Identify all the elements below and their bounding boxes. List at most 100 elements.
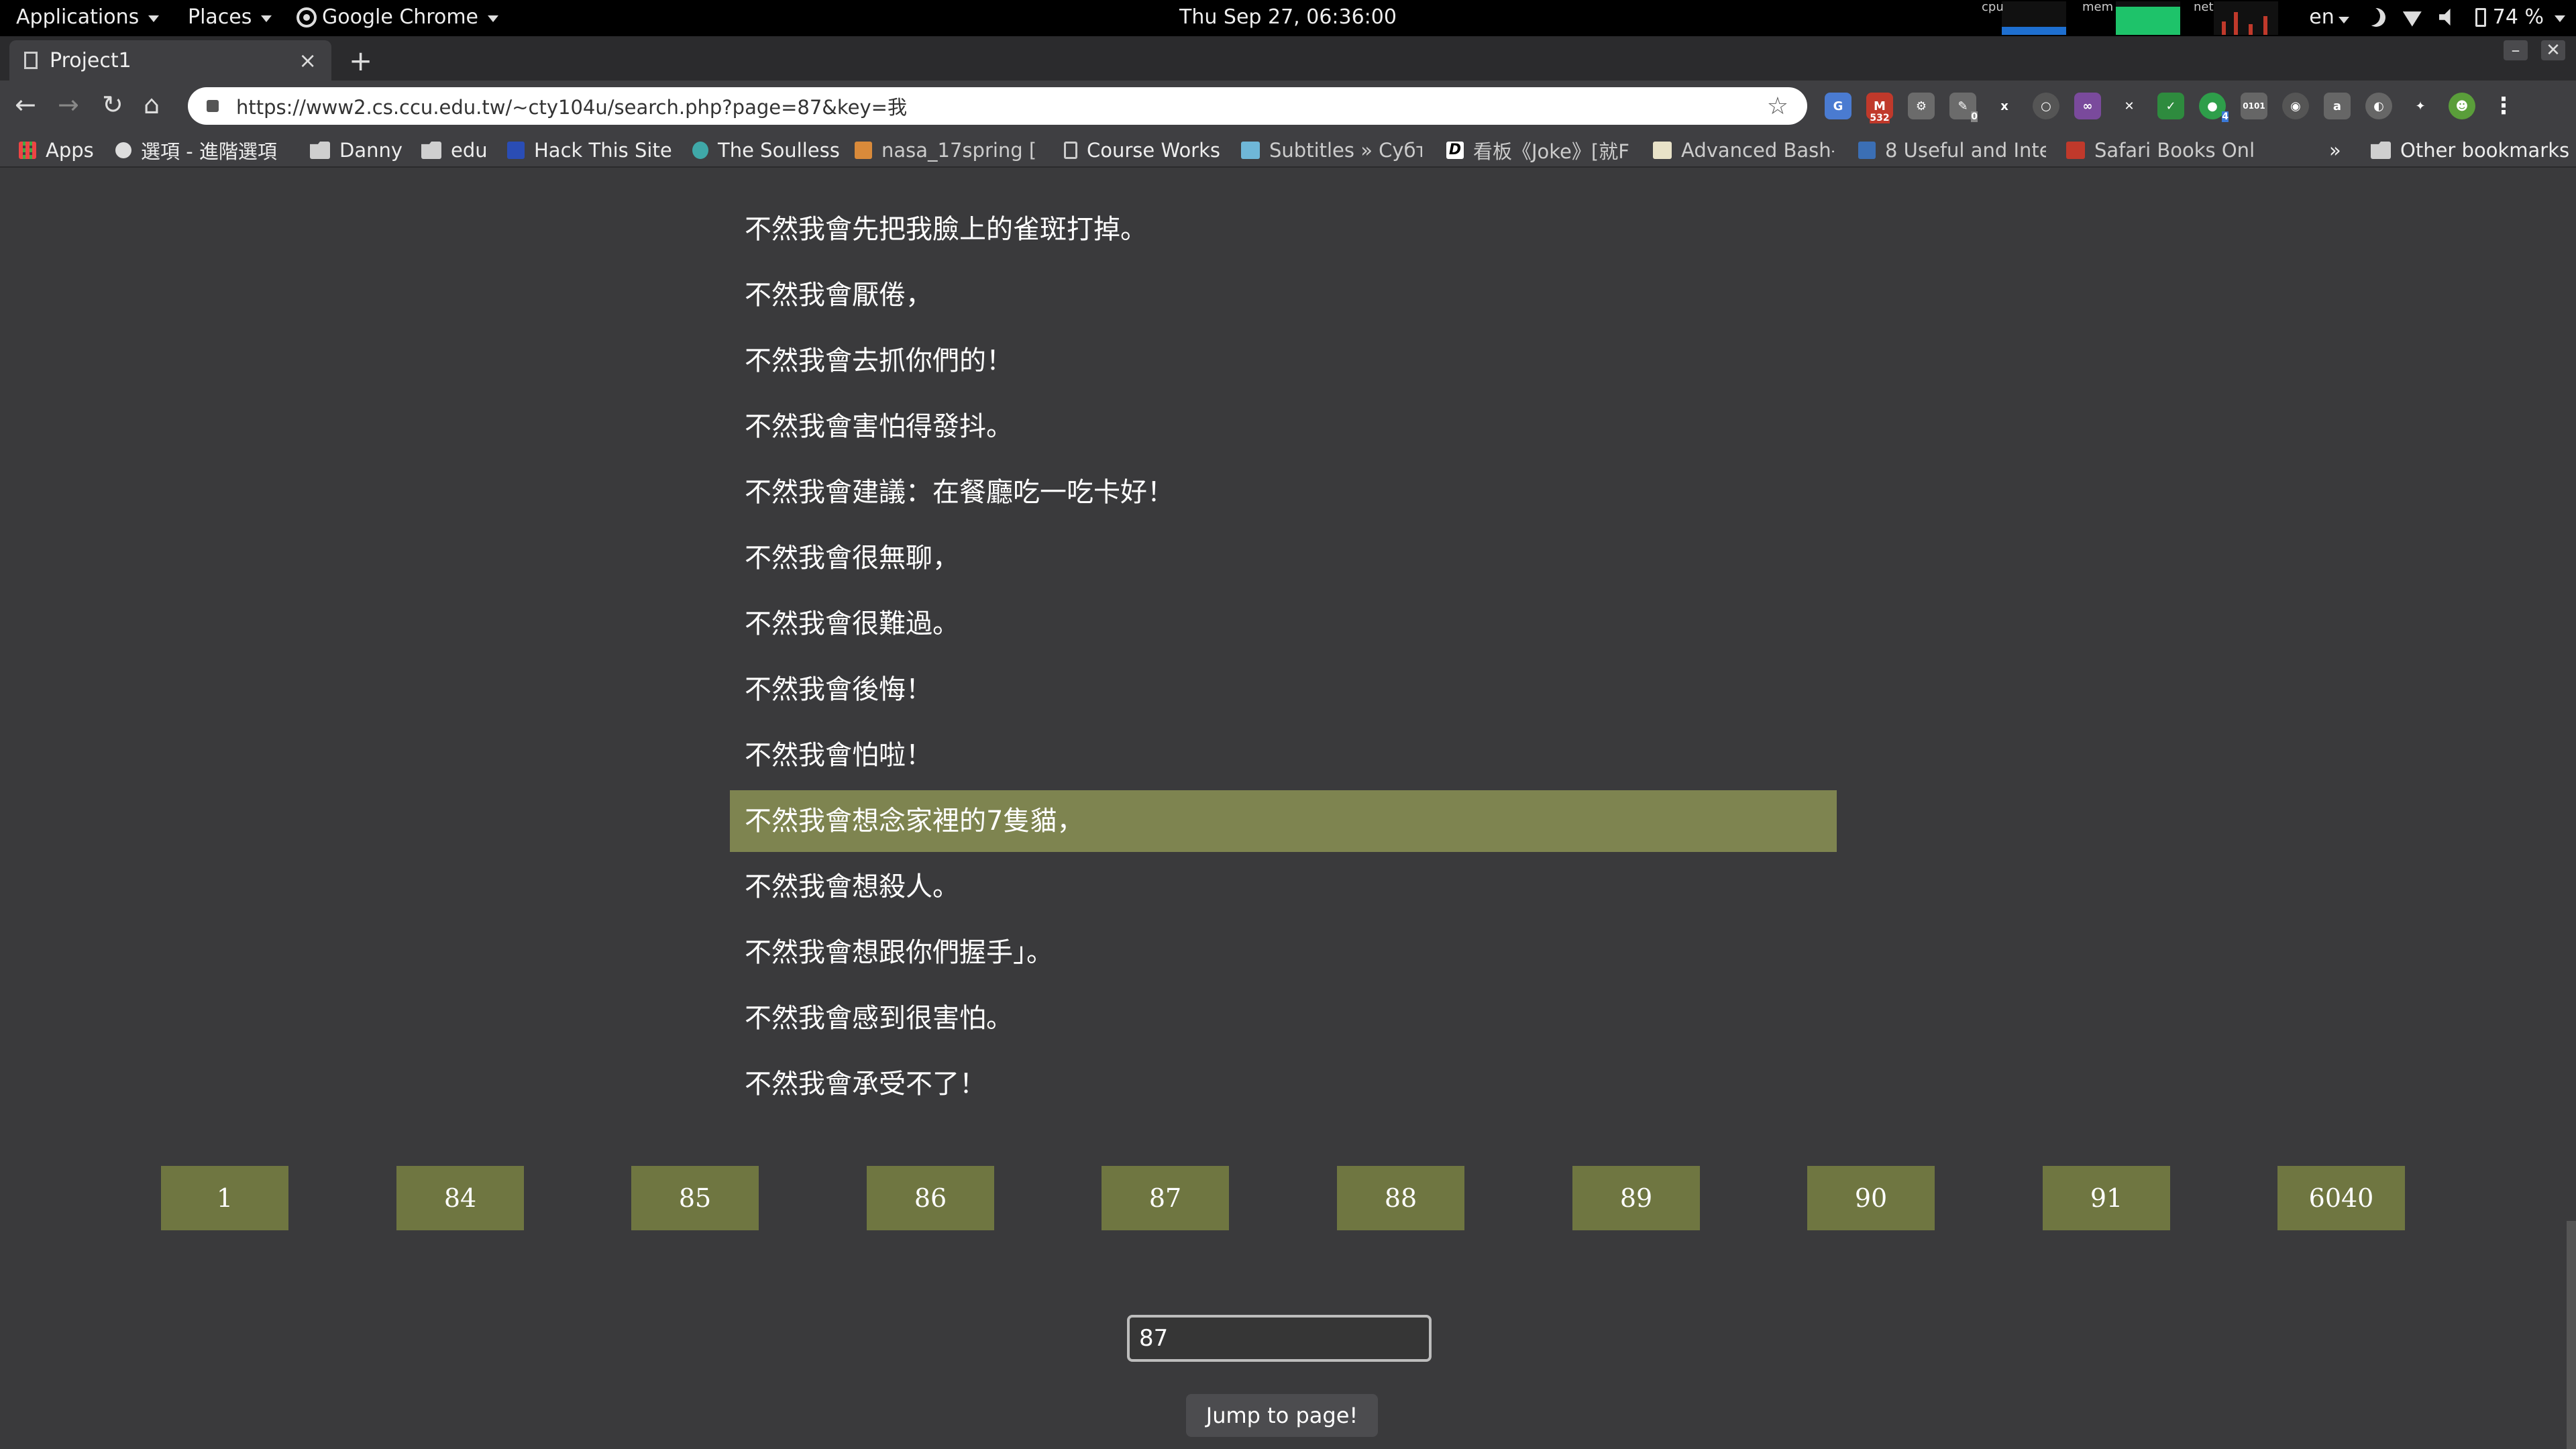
- extension-icon[interactable]: ○: [2033, 93, 2059, 119]
- bookmark-subtitles[interactable]: Subtitles » Субти: [1241, 137, 1422, 164]
- bookmark-course-works[interactable]: Course Works: [1064, 137, 1225, 164]
- result-row: 不然我會厭倦，: [745, 280, 932, 311]
- address-bar[interactable]: https://www2.cs.ccu.edu.tw/~cty104u/sear…: [188, 87, 1807, 125]
- jump-to-page-button[interactable]: Jump to page!: [1186, 1394, 1378, 1437]
- binary-icon[interactable]: 0101: [2241, 93, 2267, 119]
- forward-button[interactable]: →: [58, 90, 79, 119]
- page-button[interactable]: 84: [396, 1166, 524, 1230]
- chevron-down-icon: [2555, 15, 2565, 22]
- bash-guide-icon: [1653, 142, 1672, 159]
- page-button[interactable]: 89: [1572, 1166, 1700, 1230]
- extension-icon[interactable]: ✎ 0: [1949, 93, 1978, 122]
- soulless-icon: [692, 142, 708, 159]
- bookmark-hack-this-site[interactable]: Hack This Site!: [507, 137, 675, 164]
- bookmark-advanced-settings[interactable]: 選項 - 進階選項: [115, 137, 297, 164]
- bookmark-advanced-bash[interactable]: Advanced Bash-S: [1653, 137, 1834, 164]
- page-content: 不然我會先把我臉上的雀斑打掉。 不然我會厭倦， 不然我會去抓你們的！ 不然我會害怕得發…: [0, 168, 2576, 1449]
- bookmark-nasa[interactable]: nasa_17spring [F: [855, 137, 1036, 164]
- language-menu[interactable]: en: [2309, 5, 2349, 29]
- result-row: 不然我會去抓你們的！: [745, 345, 1013, 376]
- folder-icon: [310, 142, 330, 159]
- translate-icon[interactable]: G: [1825, 93, 1851, 119]
- check-icon[interactable]: ✓: [2157, 93, 2184, 119]
- bookmark-label: 8 Useful and Inte: [1885, 139, 2046, 162]
- url-text[interactable]: https://www2.cs.ccu.edu.tw/~cty104u/sear…: [236, 92, 1767, 120]
- menu-icon[interactable]: ⋮: [2490, 93, 2517, 119]
- result-row: 不然我會很難過。: [745, 608, 959, 639]
- bookmarks-bar: Apps 選項 - 進階選項 Danny edu Hack This Site!…: [0, 134, 2576, 168]
- other-bookmarks-folder[interactable]: Other bookmarks: [2371, 137, 2572, 164]
- extension-icon[interactable]: ◉: [2282, 93, 2309, 119]
- tab-project1[interactable]: Project1 ×: [9, 40, 331, 80]
- tools-icon[interactable]: ✕: [2116, 93, 2143, 119]
- gear-icon: [115, 142, 131, 158]
- extension-icon[interactable]: ● 4: [2199, 93, 2229, 122]
- bookmark-label: Danny: [339, 139, 403, 162]
- minimize-button[interactable]: –: [2504, 40, 2528, 60]
- hack-site-icon: [507, 142, 525, 159]
- page-button[interactable]: 85: [631, 1166, 759, 1230]
- mem-graph-label: mem: [2082, 0, 2114, 14]
- volume-icon[interactable]: [2438, 8, 2451, 26]
- extension-badge: 0: [1971, 111, 1978, 122]
- page-number-input[interactable]: [1127, 1315, 1432, 1362]
- bookmarks-overflow-button[interactable]: »: [2329, 137, 2349, 164]
- gmail-badge: 532: [1870, 113, 1890, 123]
- new-tab-button[interactable]: +: [349, 44, 372, 77]
- page-icon: [1064, 142, 1077, 159]
- bookmark-apps[interactable]: Apps: [19, 137, 106, 164]
- battery-percent: 74 %: [2492, 5, 2544, 29]
- browser-toolbar: ← → ↻ ⌂ https://www2.cs.ccu.edu.tw/~cty1…: [0, 80, 2576, 134]
- bookmark-label: nasa_17spring [F: [881, 139, 1036, 162]
- cpu-graph-label: cpu: [1982, 0, 2004, 14]
- page-button[interactable]: 1: [161, 1166, 288, 1230]
- bookmark-joke[interactable]: D 看板《Joke》[就F: [1446, 137, 1634, 164]
- bookmark-label: 看板《Joke》[就F: [1473, 140, 1629, 163]
- bookmark-folder-edu[interactable]: edu: [421, 137, 502, 164]
- night-mode-icon[interactable]: [2367, 8, 2385, 27]
- extension-icon[interactable]: a: [2324, 93, 2351, 119]
- extension-icon[interactable]: ✦: [2407, 93, 2434, 119]
- back-button[interactable]: ←: [15, 90, 36, 119]
- extension-icon[interactable]: ◐: [2365, 93, 2392, 119]
- extension-icon[interactable]: ∞: [2074, 93, 2101, 119]
- wifi-icon[interactable]: [2402, 11, 2422, 27]
- home-button[interactable]: ⌂: [144, 90, 160, 119]
- bookmark-safari-books[interactable]: Safari Books Onli: [2066, 137, 2254, 164]
- page-button[interactable]: 87: [1102, 1166, 1229, 1230]
- clock[interactable]: Thu Sep 27, 06:36:00: [0, 5, 2576, 29]
- extensions-area: G M 532 ⚙ ✎ 0 x ○ ∞ ✕ ✓ ● 4 0101 ◉ a ◐ ✦ ☻ …: [1825, 93, 2517, 123]
- subtitles-icon: [1241, 142, 1260, 159]
- frog-icon[interactable]: ☻: [2449, 93, 2475, 119]
- scrollbar-thumb[interactable]: [2567, 1221, 2576, 1449]
- close-window-button[interactable]: ✕: [2541, 40, 2565, 60]
- result-row: 不然我會害怕得發抖。: [745, 411, 1013, 442]
- tab-title: Project1: [50, 48, 131, 72]
- close-tab-icon[interactable]: ×: [299, 48, 317, 73]
- result-row-highlighted: 不然我會想念家裡的7隻貓，: [730, 790, 1837, 852]
- page-button[interactable]: 6040: [2277, 1166, 2405, 1230]
- page-button[interactable]: 86: [867, 1166, 994, 1230]
- reload-button[interactable]: ↻: [102, 90, 123, 119]
- nasa-icon: [855, 142, 872, 159]
- close-x-icon[interactable]: x: [1991, 93, 2018, 119]
- result-row: 不然我會怕啦！: [745, 740, 932, 771]
- folder-icon: [2371, 142, 2391, 159]
- extension-icon[interactable]: ⚙: [1908, 93, 1935, 119]
- bookmark-star-icon[interactable]: ☆: [1767, 93, 1788, 120]
- result-row: 不然我會承受不了！: [745, 1069, 986, 1099]
- bookmark-label: Advanced Bash-S: [1681, 139, 1834, 162]
- page-button[interactable]: 88: [1337, 1166, 1464, 1230]
- page-icon: [24, 52, 38, 69]
- search-results-list: 不然我會先把我臉上的雀斑打掉。 不然我會厭倦， 不然我會去抓你們的！ 不然我會害怕得發…: [730, 199, 1837, 1119]
- result-row: 不然我會很無聊，: [745, 543, 959, 574]
- bookmark-8-useful[interactable]: 8 Useful and Inte: [1858, 137, 2046, 164]
- gmail-icon[interactable]: M 532: [1866, 93, 1893, 123]
- bookmark-label: Course Works: [1087, 139, 1221, 162]
- bookmark-label: Subtitles » Субти: [1269, 139, 1422, 162]
- bookmark-folder-danny[interactable]: Danny: [310, 137, 411, 164]
- page-button[interactable]: 91: [2043, 1166, 2170, 1230]
- page-button[interactable]: 90: [1807, 1166, 1935, 1230]
- battery-indicator[interactable]: 74 %: [2475, 5, 2565, 29]
- bookmark-the-soulless[interactable]: The Soulless: [692, 137, 840, 164]
